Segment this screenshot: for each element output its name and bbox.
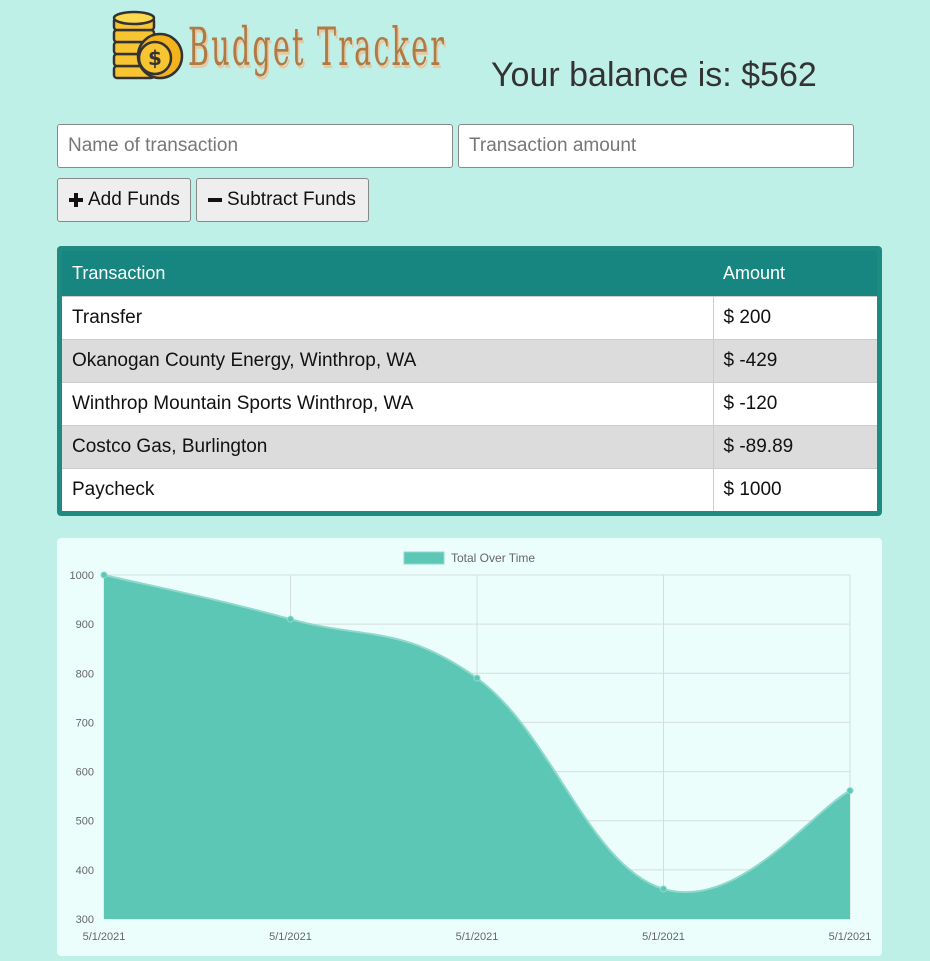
y-tick-label: 300 bbox=[76, 914, 94, 926]
transaction-name-cell: Winthrop Mountain Sports Winthrop, WA bbox=[62, 381, 713, 425]
transaction-name-cell: Okanogan County Energy, Winthrop, WA bbox=[62, 338, 713, 382]
add-funds-label: Add Funds bbox=[88, 189, 180, 210]
transaction-form bbox=[57, 124, 857, 168]
balance-chart-card: 300 400 500 600 700 800 900 1000 5/1/2021 5/1/202… bbox=[57, 538, 882, 956]
y-tick-label: 700 bbox=[76, 717, 94, 729]
y-tick-label: 400 bbox=[76, 865, 94, 877]
y-tick-label: 500 bbox=[76, 816, 94, 828]
svg-text:$: $ bbox=[148, 46, 162, 70]
table-header-row: Transaction Amount bbox=[62, 251, 877, 296]
header: $ Budget Tracker Your balance is: $562 bbox=[110, 6, 870, 94]
x-tick-label: 5/1/2021 bbox=[829, 931, 872, 943]
y-tick-label: 1000 bbox=[70, 570, 94, 582]
transaction-name-cell: Costco Gas, Burlington bbox=[62, 424, 713, 468]
table-row: Okanogan County Energy, Winthrop, WA $ -… bbox=[62, 338, 877, 382]
transaction-amount-input[interactable] bbox=[458, 124, 854, 168]
balance-chart: 300 400 500 600 700 800 900 1000 5/1/2021 5/1/202… bbox=[70, 551, 872, 943]
y-tick-label: 800 bbox=[76, 668, 94, 680]
x-tick-label: 5/1/2021 bbox=[269, 931, 312, 943]
minus-icon bbox=[208, 198, 222, 202]
legend-label: Total Over Time bbox=[451, 551, 535, 565]
transaction-amount-cell: $ 200 bbox=[712, 295, 877, 339]
subtract-funds-label: Subtract Funds bbox=[227, 189, 356, 210]
data-point bbox=[100, 571, 108, 579]
logo-text: Budget Tracker bbox=[188, 18, 447, 78]
table-row: Winthrop Mountain Sports Winthrop, WA $ … bbox=[62, 381, 877, 425]
x-tick-label: 5/1/2021 bbox=[642, 931, 685, 943]
data-point bbox=[287, 615, 294, 623]
transaction-name-cell: Transfer bbox=[62, 295, 713, 339]
y-tick-label: 900 bbox=[76, 619, 94, 631]
transaction-name-input[interactable] bbox=[57, 124, 453, 168]
table-row: Costco Gas, Burlington $ -89.89 bbox=[62, 424, 877, 468]
table-row: Paycheck $ 1000 bbox=[62, 467, 877, 511]
data-point bbox=[660, 885, 667, 893]
add-funds-button[interactable]: Add Funds bbox=[57, 178, 191, 222]
y-tick-label: 600 bbox=[76, 767, 94, 779]
plus-icon bbox=[69, 193, 83, 207]
transaction-amount-cell: $ -429 bbox=[712, 338, 877, 382]
transaction-amount-cell: $ 1000 bbox=[712, 467, 877, 511]
data-point bbox=[846, 787, 854, 795]
coins-icon: $ bbox=[112, 10, 184, 80]
subtract-funds-button[interactable]: Subtract Funds bbox=[196, 178, 369, 222]
transaction-name-cell: Paycheck bbox=[62, 467, 713, 511]
transaction-amount-cell: $ -89.89 bbox=[712, 424, 877, 468]
data-point bbox=[473, 674, 481, 682]
legend-swatch bbox=[403, 551, 445, 565]
balance-label: Your balance is: $562 bbox=[491, 56, 817, 94]
transaction-amount-cell: $ -120 bbox=[712, 381, 877, 425]
x-tick-label: 5/1/2021 bbox=[456, 931, 499, 943]
amount-column-header: Amount bbox=[713, 251, 877, 296]
transactions-table: Transaction Amount Transfer $ 200 Okanog… bbox=[57, 246, 882, 516]
table-row: Transfer $ 200 bbox=[62, 295, 877, 339]
x-tick-label: 5/1/2021 bbox=[83, 931, 126, 943]
transaction-column-header: Transaction bbox=[62, 251, 713, 296]
